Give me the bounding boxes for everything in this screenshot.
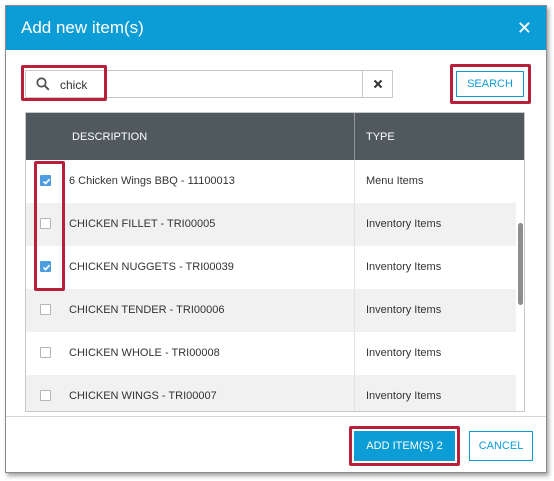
row-type: Menu Items bbox=[366, 175, 424, 187]
column-divider bbox=[354, 332, 355, 375]
table-row[interactable]: CHICKEN NUGGETS - TRI00039 Inventory Ite… bbox=[26, 246, 516, 289]
row-description: CHICKEN TENDER - TRI00006 bbox=[69, 304, 225, 316]
search-box bbox=[25, 70, 393, 98]
table-row[interactable]: CHICKEN TENDER - TRI00006 Inventory Item… bbox=[26, 289, 516, 332]
column-divider bbox=[354, 375, 355, 411]
table-row[interactable]: CHICKEN FILLET - TRI00005 Inventory Item… bbox=[26, 203, 516, 246]
row-description: CHICKEN WHOLE - TRI00008 bbox=[69, 347, 220, 359]
row-checkbox[interactable] bbox=[40, 261, 51, 272]
row-type: Inventory Items bbox=[366, 304, 442, 316]
column-divider bbox=[354, 113, 355, 160]
items-table: DESCRIPTION TYPE 6 Chicken Wings BBQ - 1… bbox=[25, 112, 525, 412]
search-input[interactable] bbox=[60, 76, 360, 94]
column-divider bbox=[354, 160, 355, 203]
dialog-title: Add new item(s) bbox=[21, 18, 144, 37]
column-header-type[interactable]: TYPE bbox=[366, 131, 395, 143]
dialog-header: Add new item(s) ✕ bbox=[6, 6, 546, 50]
row-checkbox[interactable] bbox=[40, 218, 51, 229]
row-checkbox[interactable] bbox=[40, 175, 51, 186]
row-type: Inventory Items bbox=[366, 261, 442, 273]
row-type: Inventory Items bbox=[366, 218, 442, 230]
footer-divider bbox=[6, 416, 546, 417]
table-body: 6 Chicken Wings BBQ - 11100013 Menu Item… bbox=[26, 160, 516, 411]
search-button[interactable]: SEARCH bbox=[456, 71, 524, 97]
column-divider bbox=[354, 246, 355, 289]
row-description: CHICKEN NUGGETS - TRI00039 bbox=[69, 261, 234, 273]
clear-icon[interactable] bbox=[363, 71, 393, 97]
row-description: CHICKEN FILLET - TRI00005 bbox=[69, 218, 216, 230]
add-items-button[interactable]: ADD ITEM(S) 2 bbox=[354, 431, 455, 461]
table-header: DESCRIPTION TYPE bbox=[26, 113, 524, 160]
table-row[interactable]: CHICKEN WINGS - TRI00007 Inventory Items bbox=[26, 375, 516, 411]
row-type: Inventory Items bbox=[366, 390, 442, 402]
cancel-button[interactable]: CANCEL bbox=[469, 431, 533, 461]
column-divider bbox=[354, 289, 355, 332]
table-row[interactable]: CHICKEN WHOLE - TRI00008 Inventory Items bbox=[26, 332, 516, 375]
row-description: 6 Chicken Wings BBQ - 11100013 bbox=[69, 175, 235, 187]
row-type: Inventory Items bbox=[366, 347, 442, 359]
scrollbar-thumb[interactable] bbox=[518, 223, 523, 305]
row-checkbox[interactable] bbox=[40, 304, 51, 315]
column-divider bbox=[354, 203, 355, 246]
search-icon bbox=[36, 77, 50, 91]
column-header-description[interactable]: DESCRIPTION bbox=[72, 131, 147, 143]
row-checkbox[interactable] bbox=[40, 390, 51, 401]
row-checkbox[interactable] bbox=[40, 347, 51, 358]
close-icon[interactable]: ✕ bbox=[517, 19, 532, 37]
table-row[interactable]: 6 Chicken Wings BBQ - 11100013 Menu Item… bbox=[26, 160, 516, 203]
add-items-dialog: Add new item(s) ✕ SEARCH DESCRIPTION TYP… bbox=[5, 5, 547, 473]
row-description: CHICKEN WINGS - TRI00007 bbox=[69, 390, 217, 402]
